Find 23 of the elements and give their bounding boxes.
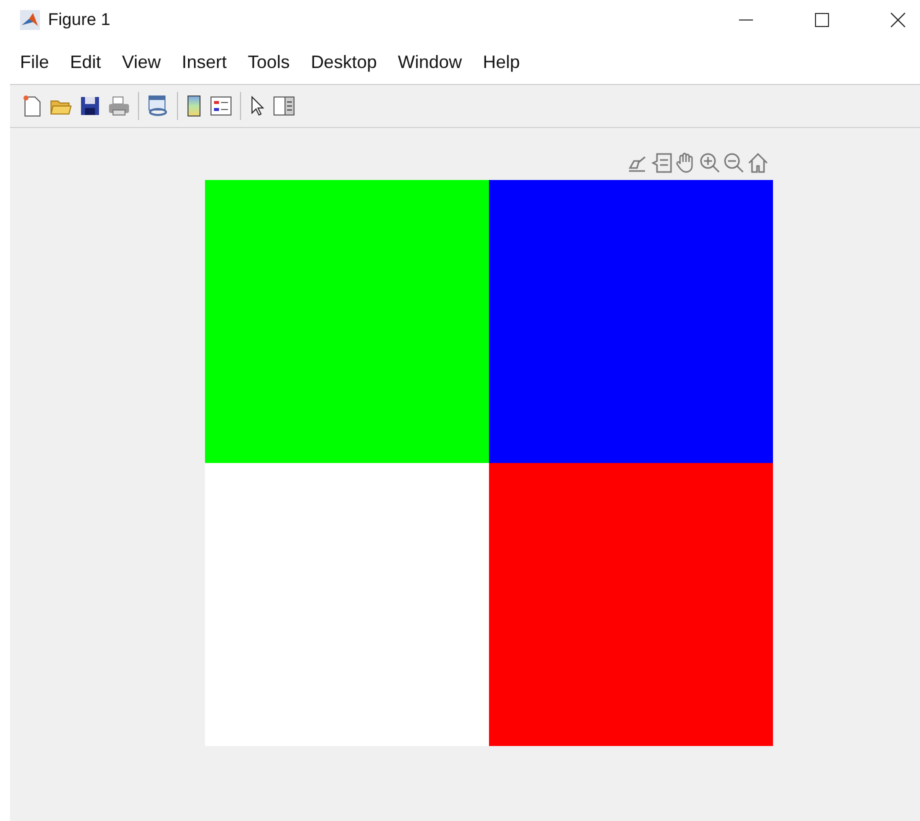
zoom-in-icon[interactable] xyxy=(699,152,721,174)
datatip-icon[interactable] xyxy=(651,152,673,174)
menu-item[interactable]: Insert xyxy=(182,52,227,72)
save-icon[interactable] xyxy=(80,96,100,116)
menu-item[interactable]: File xyxy=(20,52,50,72)
menu-item[interactable]: View xyxy=(122,52,161,72)
maximize-icon[interactable] xyxy=(814,12,830,28)
legend-icon[interactable] xyxy=(210,95,232,117)
menu-item[interactable]: Tools xyxy=(248,52,290,72)
pointer-icon[interactable] xyxy=(249,95,265,117)
app-logo-icon xyxy=(20,10,40,30)
menu-item[interactable]: Help xyxy=(482,52,520,72)
menu-item[interactable]: Edit xyxy=(70,52,102,72)
new-file-icon[interactable] xyxy=(22,95,42,117)
property-panel-icon[interactable] xyxy=(273,95,295,117)
menu-item[interactable]: Window xyxy=(398,52,462,72)
printer-icon[interactable] xyxy=(108,96,130,116)
home-icon[interactable] xyxy=(747,152,769,174)
zoom-out-icon[interactable] xyxy=(723,152,745,174)
colorbar-icon[interactable] xyxy=(186,95,202,117)
window-title: Figure 1 xyxy=(48,10,110,30)
menu-item[interactable]: Desktop xyxy=(310,52,377,72)
close-icon[interactable] xyxy=(890,12,906,28)
